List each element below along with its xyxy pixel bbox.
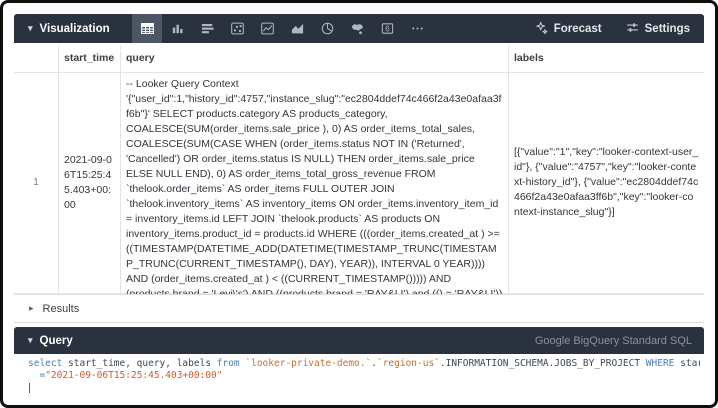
sql-editor[interactable]: select start_time, query, labels from `l…	[14, 354, 704, 394]
query-title: Query	[40, 335, 73, 347]
sql-dialect-label: Google BigQuery Standard SQL	[535, 335, 692, 347]
results-section-toggle[interactable]: ▸ Results	[14, 295, 704, 323]
viz-type-table-icon[interactable]	[132, 14, 162, 43]
chevron-right-icon: ▸	[29, 304, 34, 313]
settings-label: Settings	[645, 23, 690, 35]
settings-button[interactable]: Settings	[626, 21, 690, 37]
sql-line-1: select start_time, query, labels from `l…	[28, 358, 700, 370]
forecast-sparkle-icon	[535, 21, 548, 37]
sql-line-2: ="2021-09-06T15:25:45.403+00:00"	[28, 370, 700, 382]
viz-type-map-icon[interactable]	[342, 14, 372, 43]
viz-actions: Forecast Settings	[535, 21, 704, 37]
viz-type-line-chart-icon[interactable]	[252, 14, 282, 43]
results-label: Results	[43, 303, 80, 315]
table-header-row: start_time query labels	[14, 45, 704, 73]
results-table: start_time query labels 1 2021-09-06T15:…	[14, 43, 704, 295]
viz-type-bar-chart-icon[interactable]	[162, 14, 192, 43]
chevron-down-icon: ▾	[28, 24, 33, 33]
viz-type-horizontal-bar-chart-icon[interactable]	[192, 14, 222, 43]
viz-type-more-viz-types-icon[interactable]	[402, 14, 432, 43]
svg-text:6: 6	[385, 25, 390, 34]
app-window: ▾ Visualization 6 Forecast	[0, 0, 718, 408]
visualization-collapse-toggle[interactable]: ▾ Visualization	[14, 23, 132, 35]
visualization-title: Visualization	[40, 23, 110, 35]
viz-type-scatter-plot-icon[interactable]	[222, 14, 252, 43]
query-panel-header: ▾ Query Google BigQuery Standard SQL	[14, 327, 704, 354]
start-time-cell: 2021-09-06T15:25:45.403+00:00	[58, 73, 120, 293]
settings-sliders-icon	[626, 21, 639, 37]
labels-cell: [{"value":"1","key":"looker-context-user…	[508, 73, 704, 293]
sql-line-3	[28, 382, 700, 394]
row-number-cell: 1	[14, 73, 58, 293]
visualization-header: ▾ Visualization 6 Forecast	[14, 14, 704, 43]
table-row: 1 2021-09-06T15:25:45.403+00:00 -- Looke…	[14, 73, 704, 294]
column-header-start-time[interactable]: start_time	[58, 45, 120, 72]
forecast-label: Forecast	[554, 23, 602, 35]
viz-type-single-value-icon[interactable]: 6	[372, 14, 402, 43]
viz-type-area-chart-icon[interactable]	[282, 14, 312, 43]
query-collapse-toggle[interactable]: ▾ Query	[14, 335, 87, 347]
row-number-column-header	[14, 45, 58, 72]
viz-type-strip: 6	[132, 14, 432, 43]
query-cell: -- Looker Query Context '{"user_id":1,"h…	[120, 73, 508, 293]
text-cursor	[29, 383, 30, 393]
column-header-labels[interactable]: labels	[508, 45, 704, 72]
column-header-query[interactable]: query	[120, 45, 508, 72]
viz-type-pie-chart-icon[interactable]	[312, 14, 342, 43]
chevron-down-icon: ▾	[28, 336, 33, 345]
forecast-button[interactable]: Forecast	[535, 21, 602, 37]
